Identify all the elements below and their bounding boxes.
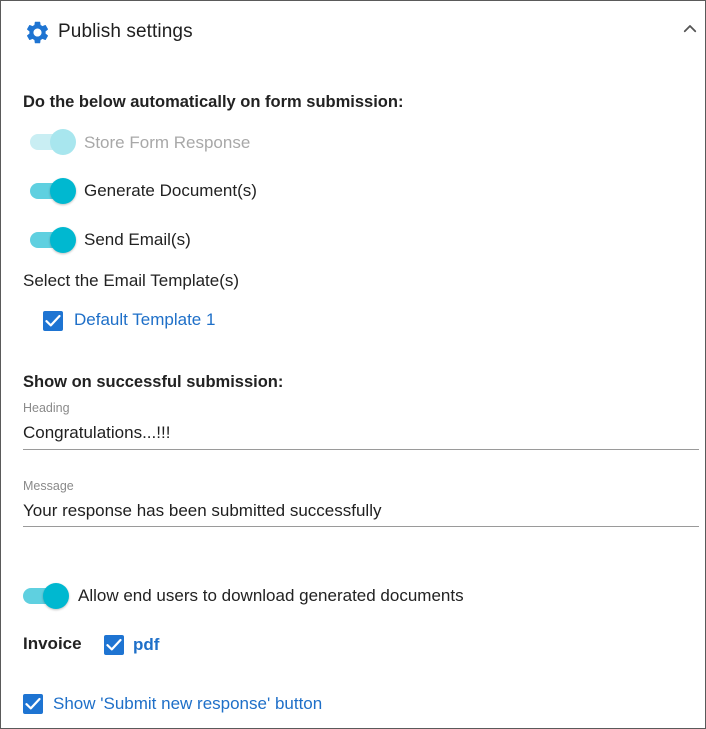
check-icon bbox=[106, 638, 122, 651]
store-form-response-toggle[interactable] bbox=[30, 129, 76, 155]
send-emails-label: Send Email(s) bbox=[84, 230, 191, 249]
check-icon bbox=[25, 697, 41, 710]
gear-icon bbox=[26, 21, 49, 44]
success-section-title: Show on successful submission: bbox=[23, 373, 284, 391]
message-field[interactable]: Message Your response has been submitted… bbox=[23, 478, 699, 530]
default-template-checkbox[interactable] bbox=[43, 311, 63, 331]
panel-title: Publish settings bbox=[58, 21, 193, 42]
toggle-knob bbox=[50, 129, 76, 155]
heading-field-label: Heading bbox=[23, 401, 70, 415]
pdf-checkbox[interactable] bbox=[104, 635, 124, 655]
store-form-response-label: Store Form Response bbox=[84, 133, 251, 152]
pdf-label[interactable]: pdf bbox=[133, 635, 159, 655]
toggle-knob bbox=[50, 178, 76, 204]
toggle-knob bbox=[50, 227, 76, 253]
chevron-up-icon[interactable] bbox=[681, 20, 699, 38]
auto-section-title: Do the below automatically on form submi… bbox=[23, 93, 404, 111]
generate-documents-label: Generate Document(s) bbox=[84, 181, 257, 200]
send-emails-toggle[interactable] bbox=[30, 227, 76, 253]
publish-settings-panel: Publish settings Do the below automatica… bbox=[0, 0, 706, 729]
heading-underline bbox=[23, 449, 699, 450]
allow-download-toggle[interactable] bbox=[23, 583, 69, 609]
generate-documents-toggle[interactable] bbox=[30, 178, 76, 204]
email-template-select-label: Select the Email Template(s) bbox=[23, 271, 240, 290]
submit-new-response-checkbox[interactable] bbox=[23, 694, 43, 714]
check-icon bbox=[45, 314, 61, 327]
message-field-label: Message bbox=[23, 479, 74, 493]
invoice-label: Invoice bbox=[23, 634, 82, 653]
heading-input[interactable]: Congratulations...!!! bbox=[23, 423, 699, 443]
heading-field[interactable]: Heading Congratulations...!!! bbox=[23, 400, 699, 452]
panel-header[interactable]: Publish settings bbox=[1, 1, 705, 63]
toggle-knob bbox=[43, 583, 69, 609]
message-underline bbox=[23, 526, 699, 527]
submit-new-response-label[interactable]: Show 'Submit new response' button bbox=[53, 694, 322, 714]
default-template-label[interactable]: Default Template 1 bbox=[74, 310, 215, 330]
allow-download-label: Allow end users to download generated do… bbox=[78, 586, 464, 605]
message-input[interactable]: Your response has been submitted success… bbox=[23, 501, 699, 521]
